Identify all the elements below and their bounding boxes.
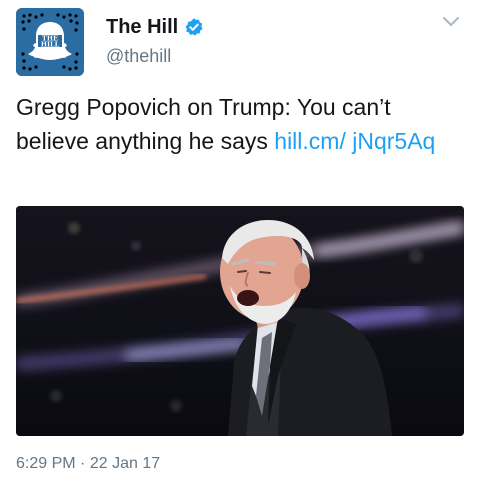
display-name[interactable]: The Hill [106,16,178,39]
tweet-photo[interactable] [16,206,464,436]
tweet-date: 22 Jan 17 [89,455,161,472]
avatar[interactable]: THE HILL [16,8,84,76]
tweet-timestamp[interactable]: 6:29 PM · 22 Jan 17 [16,455,160,473]
tweet-link[interactable]: hill.cm/ jNqr5Aq [274,128,435,154]
snapcode-avatar-icon: THE HILL [16,8,84,76]
account-names: The Hill @thehill [106,14,204,67]
photo-image [16,206,464,436]
verified-badge-icon [185,18,203,36]
svg-text:HILL: HILL [41,41,60,49]
tweet-text: Gregg Popovich on Trump: You can’t belie… [16,90,464,158]
tweet-time: 6:29 PM [16,455,76,472]
account-handle[interactable]: @thehill [106,46,204,67]
tweet-header: THE HILL The Hill @thehill [16,8,464,76]
chevron-down-icon[interactable] [442,16,460,28]
display-name-row[interactable]: The Hill [106,14,204,40]
timestamp-separator: · [80,455,86,472]
